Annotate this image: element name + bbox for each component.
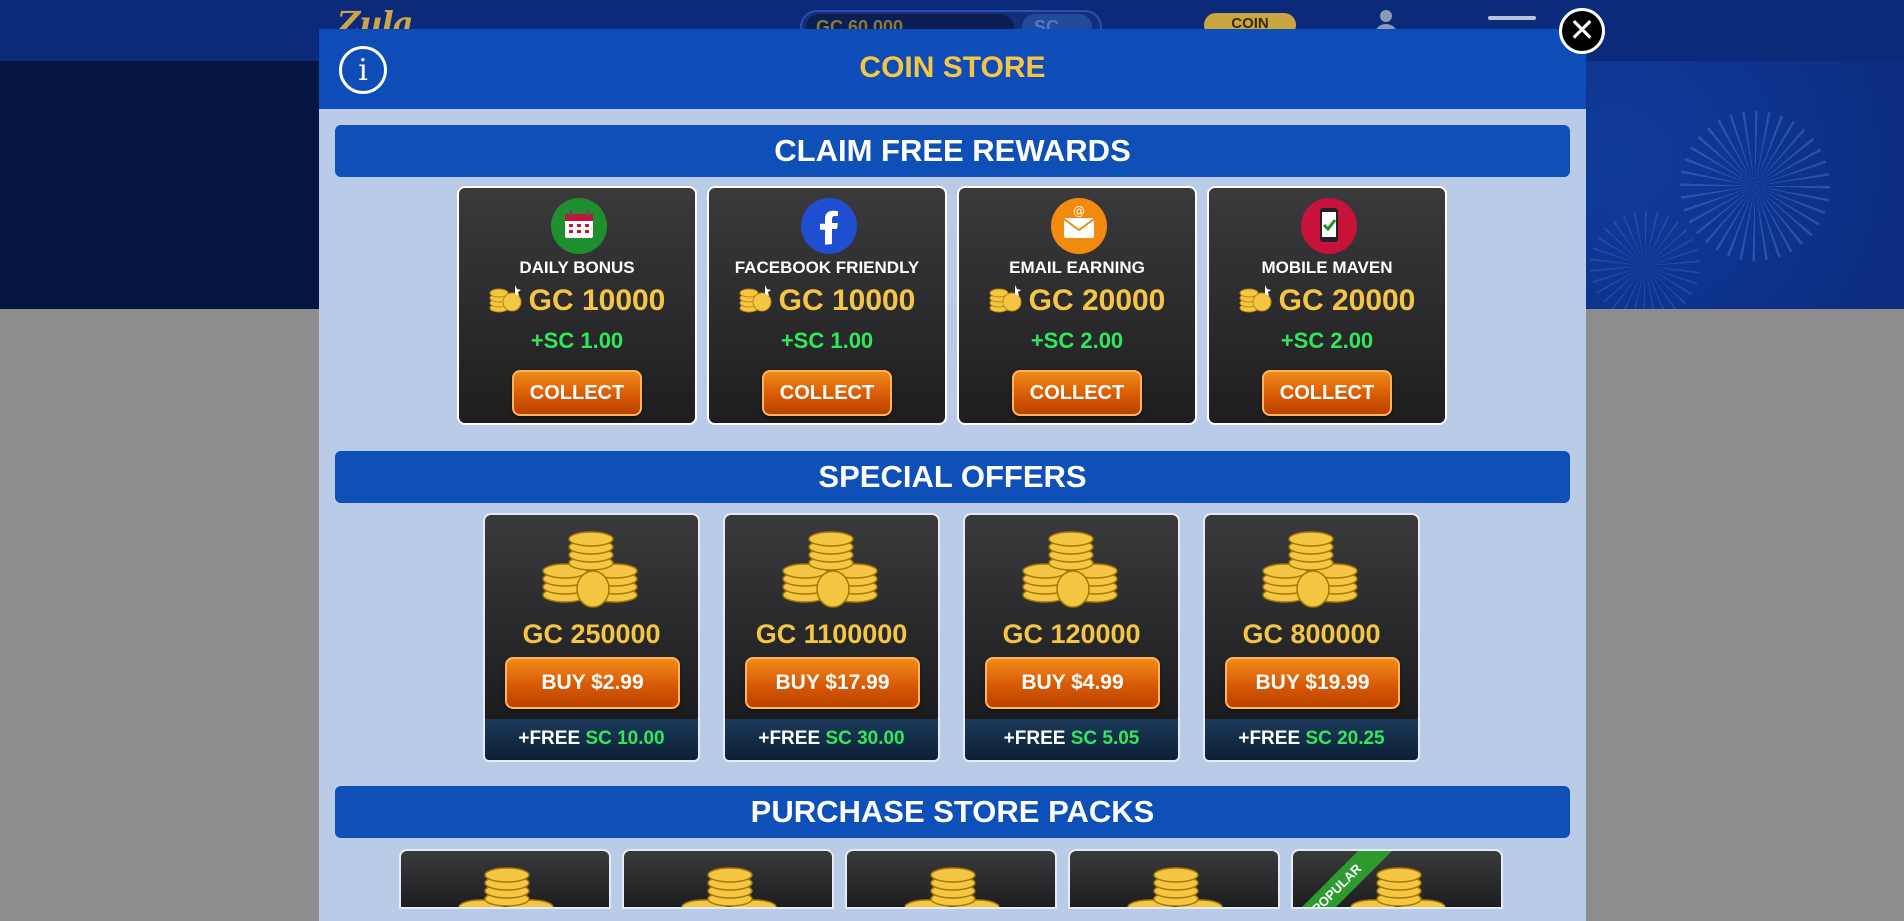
offer-card: GC 1100000 BUY $17.99 +FREE SC 30.00 <box>723 513 940 762</box>
reward-gc: GC 10000 <box>459 284 695 318</box>
calendar-icon <box>551 198 607 254</box>
section-header-offers: SPECIAL OFFERS <box>335 451 1570 503</box>
free-prefix: +FREE <box>1238 728 1301 749</box>
coins-icon <box>739 282 773 314</box>
menu-icon[interactable] <box>1488 16 1536 20</box>
reward-gc-value: GC 10000 <box>778 284 916 317</box>
reward-gc: GC 20000 <box>1209 284 1445 318</box>
coins-icon <box>489 282 523 314</box>
buy-button[interactable]: BUY $4.99 <box>985 657 1160 709</box>
offer-free-bonus: +FREE SC 20.25 <box>1203 719 1420 762</box>
store-pack-card[interactable] <box>399 849 611 909</box>
section-header-packs: PURCHASE STORE PACKS <box>335 786 1570 838</box>
reward-name: MOBILE MAVEN <box>1261 258 1393 277</box>
coin-pile-icon <box>1015 523 1127 613</box>
offer-free-bonus: +FREE SC 30.00 <box>723 719 940 762</box>
coin-pile-icon <box>1255 523 1367 613</box>
store-pack-card[interactable] <box>845 849 1057 909</box>
reward-sc: +SC 1.00 <box>780 328 874 353</box>
free-sc: SC 5.05 <box>1070 728 1140 749</box>
reward-card-mobile-maven: MOBILE MAVEN GC 20000 +SC 2.00 COLLECT <box>1207 186 1447 425</box>
firework-decoration <box>1590 211 1700 321</box>
collect-button[interactable]: COLLECT <box>512 370 642 416</box>
free-prefix: +FREE <box>518 728 581 749</box>
store-pack-card[interactable]: POPULAR <box>1291 849 1503 909</box>
coin-pile-icon <box>775 523 887 613</box>
buy-button[interactable]: BUY $2.99 <box>505 657 680 709</box>
coin-pile-icon <box>897 859 1009 907</box>
email-icon: @ <box>1051 198 1107 254</box>
reward-gc-value: GC 10000 <box>528 284 666 317</box>
reward-sc: +SC 2.00 <box>1280 328 1374 353</box>
coins-icon <box>1239 282 1273 314</box>
reward-gc: GC 20000 <box>959 284 1195 318</box>
section-header-rewards: CLAIM FREE REWARDS <box>335 125 1570 177</box>
collect-button[interactable]: COLLECT <box>762 370 892 416</box>
modal-title: COIN STORE <box>859 51 1046 84</box>
collect-button[interactable]: COLLECT <box>1262 370 1392 416</box>
offer-gc: GC 250000 <box>522 619 661 649</box>
collect-button[interactable]: COLLECT <box>1012 370 1142 416</box>
reward-card-email-earning: @ EMAIL EARNING GC 20000 +SC 2.00 COLLEC… <box>957 186 1197 425</box>
coin-pile-icon <box>1120 859 1232 907</box>
free-sc: SC 10.00 <box>585 728 665 749</box>
facebook-icon <box>801 198 857 254</box>
reward-name: EMAIL EARNING <box>1009 258 1145 277</box>
offer-card: GC 800000 BUY $19.99 +FREE SC 20.25 <box>1203 513 1420 762</box>
offer-free-bonus: +FREE SC 10.00 <box>483 719 700 762</box>
reward-sc: +SC 1.00 <box>530 328 624 353</box>
reward-gc-value: GC 20000 <box>1028 284 1166 317</box>
store-pack-card[interactable] <box>622 849 834 909</box>
free-sc: SC 20.25 <box>1305 728 1385 749</box>
offer-gc: GC 1100000 <box>755 619 908 649</box>
buy-button[interactable]: BUY $19.99 <box>1225 657 1400 709</box>
mobile-icon <box>1301 198 1357 254</box>
offer-card: GC 120000 BUY $4.99 +FREE SC 5.05 <box>963 513 1180 762</box>
reward-name: DAILY BONUS <box>519 258 635 277</box>
free-sc: SC 30.00 <box>825 728 905 749</box>
free-prefix: +FREE <box>1003 728 1066 749</box>
reward-sc: +SC 2.00 <box>1030 328 1124 353</box>
firework-decoration <box>1680 111 1830 261</box>
coins-icon <box>989 282 1023 314</box>
reward-card-daily-bonus: DAILY BONUS GC 10000 +SC 1.00 COLLECT <box>457 186 697 425</box>
offer-card: GC 250000 BUY $2.99 +FREE SC 10.00 <box>483 513 700 762</box>
store-pack-card[interactable] <box>1068 849 1280 909</box>
offer-gc: GC 800000 <box>1242 619 1381 649</box>
modal-header: i COIN STORE <box>319 29 1586 109</box>
coin-pile-icon <box>451 859 563 907</box>
svg-text:@: @ <box>1073 204 1085 218</box>
free-prefix: +FREE <box>758 728 821 749</box>
offer-gc: GC 120000 <box>1002 619 1141 649</box>
offer-free-bonus: +FREE SC 5.05 <box>963 719 1180 762</box>
coin-pile-icon <box>535 523 647 613</box>
reward-name: FACEBOOK FRIENDLY <box>734 258 920 277</box>
reward-gc-value: GC 20000 <box>1278 284 1416 317</box>
coin-pile-icon <box>674 859 786 907</box>
reward-gc: GC 10000 <box>709 284 945 318</box>
reward-card-facebook-friendly: FACEBOOK FRIENDLY GC 10000 +SC 1.00 COLL… <box>707 186 947 425</box>
coin-store-modal: i COIN STORE CLAIM FREE REWARDS DAILY BO… <box>319 29 1586 921</box>
close-button[interactable]: ✕ <box>1559 8 1605 54</box>
buy-button[interactable]: BUY $17.99 <box>745 657 920 709</box>
